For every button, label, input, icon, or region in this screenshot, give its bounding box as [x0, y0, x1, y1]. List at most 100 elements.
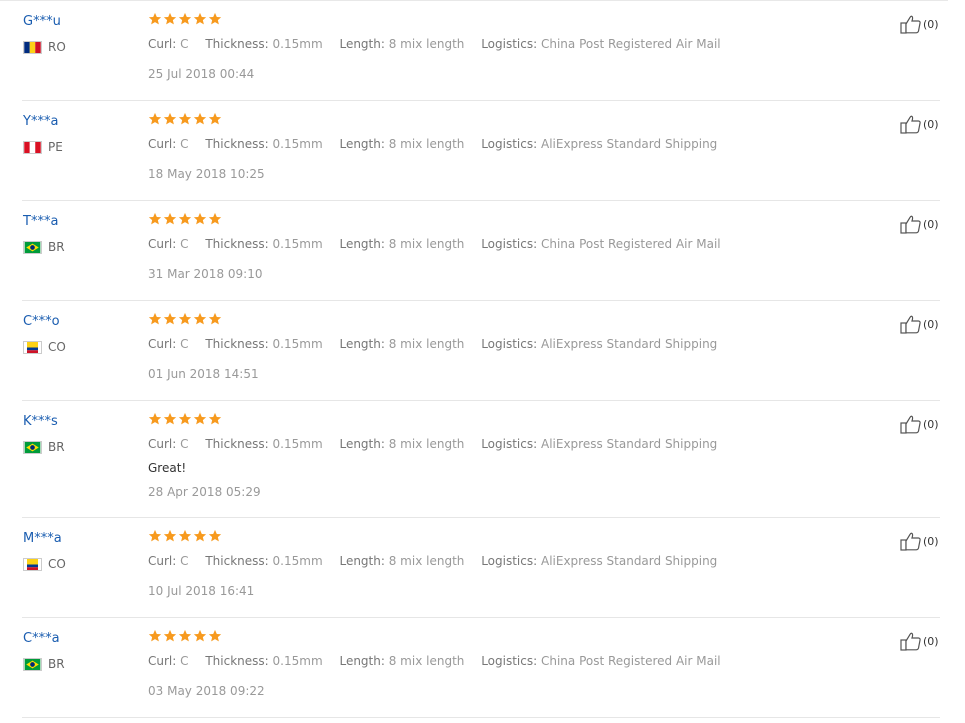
attr-curl: Curl: C	[148, 654, 189, 668]
flag-br-icon	[23, 440, 42, 454]
star-icon	[163, 529, 177, 542]
reviewer-name[interactable]: C***o	[23, 314, 60, 329]
attr-thickness: Thickness: 0.15mm	[205, 237, 323, 251]
product-attributes: Curl: C Thickness: 0.15mm Length: 8 mix …	[148, 137, 730, 151]
attr-curl: Curl: C	[148, 137, 189, 151]
star-icon	[178, 629, 192, 642]
review-date: 28 Apr 2018 05:29	[148, 485, 261, 499]
flag-ro-icon	[23, 40, 42, 54]
review-date: 01 Jun 2018 14:51	[148, 367, 259, 381]
review-item: G***u RO Curl: C Thickness: 0.15mm Lengt…	[0, 0, 965, 101]
country-code: CO	[48, 340, 66, 354]
thumbs-up-icon	[900, 115, 921, 134]
flag-br-icon	[23, 657, 42, 671]
review-item: M***a CO Curl: C Thickness: 0.15mm Lengt…	[0, 517, 965, 618]
reviewer-country: BR	[23, 240, 65, 254]
flag-pe-icon	[23, 140, 42, 154]
star-icon	[148, 529, 162, 542]
thumbs-up-icon	[900, 632, 921, 651]
star-icon	[193, 312, 207, 325]
attr-curl: Curl: C	[148, 337, 189, 351]
attr-thickness: Thickness: 0.15mm	[205, 654, 323, 668]
product-attributes: Curl: C Thickness: 0.15mm Length: 8 mix …	[148, 437, 730, 451]
review-date: 10 Jul 2018 16:41	[148, 584, 255, 598]
star-icon	[178, 312, 192, 325]
country-code: BR	[48, 440, 65, 454]
star-icon	[148, 112, 162, 125]
reviewer-country: PE	[23, 140, 63, 154]
star-icon	[208, 529, 222, 542]
star-icon	[178, 112, 192, 125]
star-icon	[148, 312, 162, 325]
thumbs-up-icon	[900, 215, 921, 234]
like-button[interactable]: (0)	[900, 114, 939, 134]
attr-length: Length: 8 mix length	[339, 237, 465, 251]
star-icon	[163, 412, 177, 425]
attr-logistics: Logistics: China Post Registered Air Mai…	[481, 654, 721, 668]
review-divider	[22, 717, 940, 718]
like-button[interactable]: (0)	[900, 314, 939, 334]
reviewer-name[interactable]: M***a	[23, 531, 62, 546]
review-date: 25 Jul 2018 00:44	[148, 67, 255, 81]
attr-logistics: Logistics: AliExpress Standard Shipping	[481, 554, 718, 568]
like-count: (0)	[923, 17, 939, 31]
star-icon	[148, 629, 162, 642]
review-date: 03 May 2018 09:22	[148, 684, 265, 698]
star-icon	[163, 312, 177, 325]
like-button[interactable]: (0)	[900, 14, 939, 34]
review-item: C***o CO Curl: C Thickness: 0.15mm Lengt…	[0, 300, 965, 401]
star-icon	[193, 212, 207, 225]
reviewer-name[interactable]: K***s	[23, 414, 58, 429]
thumbs-up-icon	[900, 415, 921, 434]
reviewer-name[interactable]: C***a	[23, 631, 60, 646]
reviewer-name[interactable]: T***a	[23, 214, 58, 229]
product-attributes: Curl: C Thickness: 0.15mm Length: 8 mix …	[148, 554, 730, 568]
star-icon	[193, 12, 207, 25]
star-icon	[208, 12, 222, 25]
attr-length: Length: 8 mix length	[339, 337, 465, 351]
star-rating	[148, 529, 222, 543]
like-count: (0)	[923, 534, 939, 548]
reviewer-country: BR	[23, 657, 65, 671]
star-rating	[148, 212, 222, 226]
flag-br-icon	[23, 240, 42, 254]
reviewer-name[interactable]: G***u	[23, 14, 61, 29]
star-rating	[148, 12, 222, 26]
like-count: (0)	[923, 634, 939, 648]
country-code: CO	[48, 557, 66, 571]
country-code: PE	[48, 140, 63, 154]
like-button[interactable]: (0)	[900, 531, 939, 551]
country-code: BR	[48, 240, 65, 254]
attr-thickness: Thickness: 0.15mm	[205, 137, 323, 151]
like-button[interactable]: (0)	[900, 631, 939, 651]
reviewer-country: BR	[23, 440, 65, 454]
reviewer-name[interactable]: Y***a	[23, 114, 58, 129]
attr-thickness: Thickness: 0.15mm	[205, 337, 323, 351]
product-attributes: Curl: C Thickness: 0.15mm Length: 8 mix …	[148, 654, 734, 668]
flag-co-icon	[23, 340, 42, 354]
like-count: (0)	[923, 417, 939, 431]
attr-thickness: Thickness: 0.15mm	[205, 37, 323, 51]
star-icon	[208, 212, 222, 225]
attr-thickness: Thickness: 0.15mm	[205, 437, 323, 451]
attr-curl: Curl: C	[148, 37, 189, 51]
attr-logistics: Logistics: AliExpress Standard Shipping	[481, 137, 718, 151]
review-item: K***s BR Curl: C Thickness: 0.15mm Lengt…	[0, 400, 965, 518]
star-icon	[163, 629, 177, 642]
attr-logistics: Logistics: AliExpress Standard Shipping	[481, 437, 718, 451]
attr-length: Length: 8 mix length	[339, 554, 465, 568]
star-icon	[163, 112, 177, 125]
star-icon	[193, 112, 207, 125]
star-icon	[208, 312, 222, 325]
attr-curl: Curl: C	[148, 237, 189, 251]
like-count: (0)	[923, 317, 939, 331]
star-icon	[178, 212, 192, 225]
star-icon	[193, 529, 207, 542]
reviewer-country: CO	[23, 557, 66, 571]
thumbs-up-icon	[900, 532, 921, 551]
like-button[interactable]: (0)	[900, 214, 939, 234]
attr-length: Length: 8 mix length	[339, 654, 465, 668]
like-button[interactable]: (0)	[900, 414, 939, 434]
country-code: RO	[48, 40, 66, 54]
star-icon	[148, 212, 162, 225]
